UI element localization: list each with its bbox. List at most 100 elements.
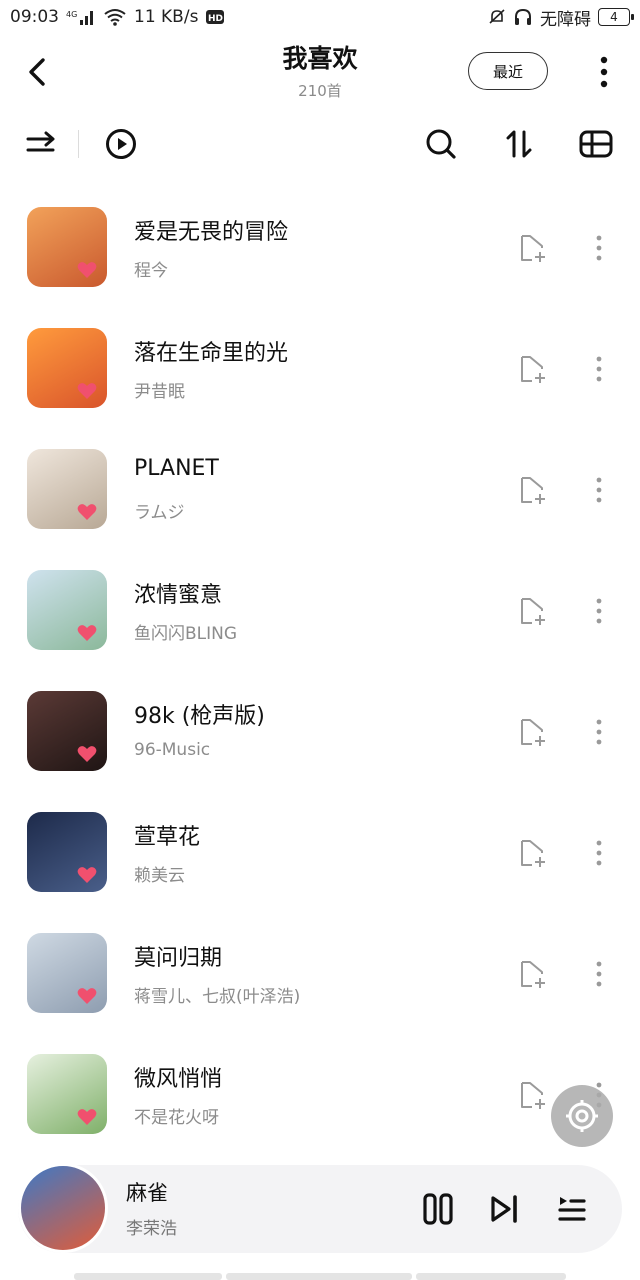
sort-button[interactable] [499,124,539,164]
playlist-icon [558,1197,586,1221]
song-title: 莫问归期 [134,946,223,971]
song-more-button[interactable] [586,230,612,266]
song-artist: 96-Music [134,740,211,760]
next-icon [491,1195,517,1223]
add-to-playlist-button[interactable] [514,230,552,266]
song-artist: 程今 [134,261,168,281]
toolbar [0,118,640,170]
song-more-button[interactable] [586,351,612,387]
mute-bell-icon [488,8,506,26]
song-artist: 鱼闪闪BLING [134,624,238,644]
wifi-icon [103,8,127,26]
song-title: 落在生命里的光 [134,341,289,366]
song-more-button[interactable] [586,956,612,992]
song-item[interactable]: 爱是无畏的冒险 程今 [0,186,640,307]
sort-icon [506,130,532,158]
song-cover[interactable] [27,691,107,771]
add-to-playlist-button[interactable] [514,351,552,387]
vertical-dots-icon [596,598,602,624]
svg-text:4G: 4G [66,10,77,19]
song-cover[interactable] [27,328,107,408]
battery-icon: 4 [598,8,634,26]
locate-icon [566,1100,598,1132]
song-count: 210首 [298,82,342,100]
song-title: 浓情蜜意 [134,583,223,608]
song-cover[interactable] [27,207,107,287]
song-item[interactable]: 浓情蜜意 鱼闪闪BLING [0,549,640,670]
add-to-playlist-icon [521,840,545,867]
nav-hint-right [416,1273,566,1280]
add-to-playlist-button[interactable] [514,1077,552,1113]
add-to-playlist-button[interactable] [514,714,552,750]
song-item[interactable]: 微风悄悄 不是花火呀 [0,1033,640,1154]
shuffle-button[interactable] [21,124,61,164]
song-title: 微风悄悄 [134,1067,223,1092]
song-more-button[interactable] [586,835,612,871]
song-item[interactable]: 莫问归期 蒋雪儿、七叔(叶泽浩) [0,912,640,1033]
now-playing-cover[interactable] [18,1163,108,1253]
network-speed: 11 KB/s [134,7,199,27]
add-to-playlist-button[interactable] [514,472,552,508]
svg-text:HD: HD [208,14,223,24]
status-time: 09:03 [10,7,59,27]
search-button[interactable] [421,124,461,164]
song-artist: 蒋雪儿、七叔(叶泽浩) [134,987,301,1007]
hd-icon: HD [205,8,225,26]
accessibility-label: 无障碍 [540,9,591,30]
song-artist: 赖美云 [134,866,185,886]
add-to-playlist-button[interactable] [514,593,552,629]
liked-heart-icon [77,988,97,1004]
now-playing-artist: 李荣浩 [126,1219,177,1239]
add-to-playlist-icon [521,477,545,504]
add-to-playlist-icon [521,961,545,988]
song-item[interactable]: 落在生命里的光 尹昔眠 [0,307,640,428]
add-to-playlist-button[interactable] [514,956,552,992]
locate-current-button[interactable] [551,1085,613,1147]
page-title: 我喜欢 [282,44,358,73]
now-playing-title[interactable]: 麻雀 [126,1177,168,1207]
add-to-playlist-button[interactable] [514,835,552,871]
song-list: 爱是无畏的冒险 程今 落在生命里的光 尹昔眠 PLANET ラムジ 浓情蜜意 鱼… [0,186,640,1154]
playlist-button[interactable] [552,1189,592,1229]
liked-heart-icon [77,746,97,762]
vertical-dots-icon [596,719,602,745]
search-icon [426,129,456,159]
song-more-button[interactable] [586,714,612,750]
battery-level: 4 [610,10,618,24]
song-title: 爱是无畏的冒险 [134,220,289,245]
next-button[interactable] [485,1189,525,1229]
play-all-button[interactable] [101,124,141,164]
vertical-dots-icon [596,477,602,503]
vertical-dots-icon [596,840,602,866]
song-more-button[interactable] [586,472,612,508]
nav-hint-center [226,1273,412,1280]
song-cover[interactable] [27,449,107,529]
status-bar: 09:03 4G 11 KB/s HD 无障碍 4 [0,0,640,34]
vertical-dots-icon [600,56,608,88]
shuffle-icon [26,131,55,152]
more-options-button[interactable] [590,52,618,92]
back-button[interactable] [20,52,54,92]
song-item[interactable]: 萱草花 赖美云 [0,791,640,912]
vertical-dots-icon [596,235,602,261]
signal-icon: 4G [66,8,96,26]
pause-button[interactable] [418,1189,458,1229]
song-cover[interactable] [27,1054,107,1134]
song-title: PLANET [134,456,219,481]
liked-heart-icon [77,867,97,883]
mini-player[interactable]: 麻雀 李荣浩 [18,1163,622,1253]
song-more-button[interactable] [586,593,612,629]
toolbar-divider [78,130,79,158]
song-item[interactable]: PLANET ラムジ [0,428,640,549]
song-cover[interactable] [27,570,107,650]
liked-heart-icon [77,262,97,278]
song-title: 萱草花 [134,825,201,850]
play-circle-icon [106,129,136,159]
recent-button[interactable]: 最近 [468,52,548,90]
song-item[interactable]: 98k (枪声版) 96-Music [0,670,640,791]
song-cover[interactable] [27,933,107,1013]
manage-button[interactable] [576,124,616,164]
add-to-playlist-icon [521,235,545,262]
song-cover[interactable] [27,812,107,892]
liked-heart-icon [77,625,97,641]
